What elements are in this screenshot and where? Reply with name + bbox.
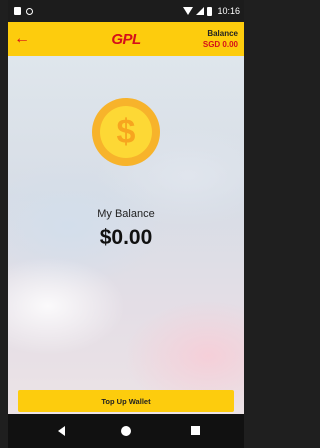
coin-symbol: $ [100,106,152,158]
nav-back-icon[interactable] [58,426,65,436]
battery-icon [207,6,213,16]
android-nav-bar [8,414,244,448]
header-balance: Balance SGD 0.00 [203,28,238,50]
phone-screen: 10:16 ← GPL Balance SGD 0.00 $ My Balanc… [8,0,244,448]
signal-icon [196,7,205,15]
nav-home-icon[interactable] [121,426,131,436]
wallet-content: $ My Balance $0.00 Top Up Wallet [8,56,244,414]
header-balance-title: Balance [207,29,238,38]
app-bar: ← GPL Balance SGD 0.00 [8,22,244,56]
status-right: 10:16 [183,6,240,16]
wifi-icon [183,7,194,15]
status-left [14,7,33,15]
top-up-wallet-button[interactable]: Top Up Wallet [18,390,234,412]
notification-circle-icon [26,7,33,15]
nav-recent-apps-icon[interactable] [191,426,200,435]
status-bar: 10:16 [8,0,244,22]
dollar-coin-icon: $ [92,98,160,166]
header-balance-amount: SGD 0.00 [202,40,238,49]
sim-card-icon [14,7,21,15]
my-balance-label: My Balance [97,208,155,220]
status-time: 10:16 [217,6,240,16]
balance-value: $0.00 [99,226,153,249]
